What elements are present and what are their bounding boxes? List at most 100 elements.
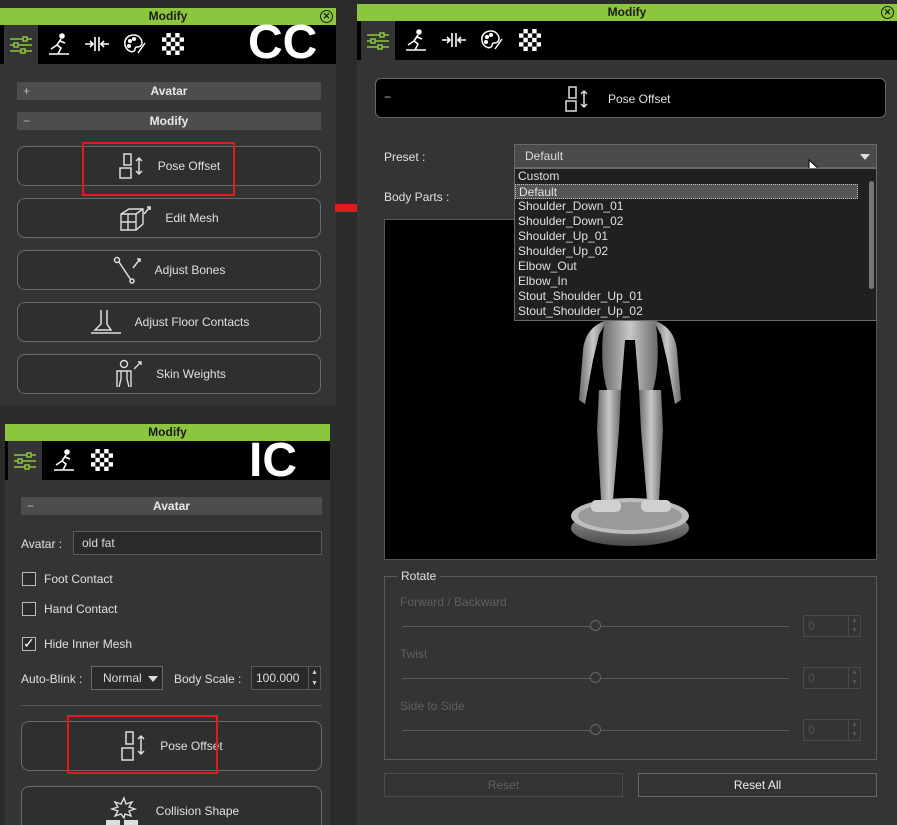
preset-select[interactable]: Default: [514, 144, 877, 168]
hide-inner-mesh-label: Hide Inner Mesh: [44, 637, 133, 651]
material-palette-icon: [124, 34, 146, 54]
section-avatar[interactable]: + Avatar: [17, 82, 321, 100]
twist-spinbox[interactable]: 0 ▲ ▼: [803, 667, 861, 689]
adjust-bones-label: Adjust Bones: [154, 263, 226, 277]
auto-blink-value: Normal: [103, 671, 142, 685]
preset-label: Preset :: [384, 150, 426, 164]
avatar-label: Avatar :: [21, 537, 63, 551]
forward-backward-value: 0: [808, 619, 815, 633]
collision-shape-icon: [104, 796, 144, 825]
section-avatar-label: Avatar: [150, 84, 188, 98]
tab-morph[interactable]: [80, 27, 114, 61]
twist-knob[interactable]: [590, 672, 601, 683]
preset-option[interactable]: Stout_Shoulder_Up_01: [515, 289, 876, 304]
pose-offset-panel: Modify ✕ − Pose Offset Preset : Default …: [357, 4, 897, 825]
twist-value: 0: [808, 671, 815, 685]
side-to-side-spinbox[interactable]: 0 ▲ ▼: [803, 719, 861, 741]
auto-blink-label: Auto-Blink :: [21, 672, 83, 686]
reset-all-button[interactable]: Reset All: [638, 773, 877, 797]
avatar-name-field[interactable]: old fat: [73, 531, 322, 555]
forward-backward-knob[interactable]: [590, 620, 601, 631]
cc-modify-panel: Modify ✕ CC + Avatar − Modify Pose Offse…: [0, 8, 336, 405]
side-to-side-knob[interactable]: [590, 724, 601, 735]
motion-pose-icon: [54, 449, 74, 471]
collision-shape-label: Collision Shape: [155, 804, 240, 818]
close-icon[interactable]: ✕: [320, 10, 333, 23]
twist-label: Twist: [400, 647, 428, 661]
hand-contact-label: Hand Contact: [44, 602, 118, 616]
body-scale-value: 100.000: [256, 671, 300, 685]
main-title-bar: Modify ✕: [357, 4, 897, 21]
edit-mesh-icon: [119, 204, 153, 232]
tab-checker[interactable]: [156, 27, 190, 61]
chevron-down-icon: [148, 676, 158, 682]
preset-option[interactable]: Elbow_In: [515, 274, 876, 289]
preset-option[interactable]: Shoulder_Up_02: [515, 244, 876, 259]
section-avatar[interactable]: − Avatar: [21, 497, 322, 515]
preset-option[interactable]: Shoulder_Up_01: [515, 229, 876, 244]
side-to-side-value: 0: [808, 723, 815, 737]
tab-motion-pose[interactable]: [47, 443, 81, 477]
section-modify[interactable]: − Modify: [17, 112, 321, 130]
tab-modify-settings[interactable]: [4, 25, 38, 64]
cc-overlay-label: CC: [248, 16, 318, 69]
skin-weights-label: Skin Weights: [156, 367, 226, 381]
tab-modify-settings[interactable]: [8, 441, 42, 480]
highlight-pose-offset-ic: [67, 715, 218, 774]
tab-motion-pose[interactable]: [399, 23, 433, 57]
pose-offset-header[interactable]: − Pose Offset: [375, 78, 886, 118]
tab-material[interactable]: [118, 27, 152, 61]
preset-option[interactable]: Shoulder_Down_01: [515, 199, 876, 214]
floor-contacts-icon: [89, 308, 123, 336]
forward-backward-label: Forward / Backward: [400, 595, 507, 609]
hide-inner-mesh-checkbox[interactable]: [22, 635, 36, 652]
collision-shape-button[interactable]: Collision Shape: [21, 786, 322, 825]
collapse-icon: −: [23, 114, 31, 128]
foot-contact-label: Foot Contact: [44, 572, 113, 586]
body-scale-label: Body Scale :: [174, 672, 242, 686]
modify-settings-icon: [10, 35, 32, 54]
forward-backward-spinbox[interactable]: 0 ▲ ▼: [803, 615, 861, 637]
preset-option[interactable]: Elbow_Out: [515, 259, 876, 274]
preset-options-list[interactable]: Custom Default Shoulder_Down_01 Shoulder…: [514, 168, 877, 321]
main-panel-title: Modify: [607, 5, 647, 19]
modify-settings-icon: [367, 31, 389, 50]
reset-button[interactable]: Reset: [384, 773, 623, 797]
preset-option[interactable]: Shoulder_Down_02: [515, 214, 876, 229]
spin-arrows-icon[interactable]: ▲ ▼: [848, 668, 860, 688]
edit-mesh-button[interactable]: Edit Mesh: [17, 198, 321, 238]
tab-checker[interactable]: [513, 23, 547, 57]
collapse-icon: −: [384, 90, 392, 104]
main-tab-bar: [357, 21, 897, 60]
spin-arrows-icon[interactable]: ▲ ▼: [848, 720, 860, 740]
tab-motion-pose[interactable]: [42, 27, 76, 61]
chevron-down-icon: [860, 154, 870, 160]
adjust-floor-contacts-button[interactable]: Adjust Floor Contacts: [17, 302, 321, 342]
highlight-pose-offset-cc: [82, 142, 235, 196]
hand-contact-checkbox[interactable]: [22, 602, 36, 616]
adjust-bones-button[interactable]: Adjust Bones: [17, 250, 321, 290]
adjust-bones-icon: [113, 256, 143, 284]
list-scrollbar[interactable]: [869, 181, 874, 289]
preset-option-selected[interactable]: Default: [515, 184, 858, 199]
preset-option[interactable]: Custom: [515, 169, 876, 184]
tab-checker[interactable]: [85, 443, 119, 477]
tab-morph[interactable]: [437, 23, 471, 57]
expand-icon: +: [23, 84, 31, 98]
body-scale-stepper[interactable]: 100.000 ▲ ▼: [251, 666, 321, 690]
tab-modify-settings[interactable]: [361, 21, 395, 60]
spin-arrows-icon[interactable]: ▲ ▼: [848, 616, 860, 636]
ic-overlay-label: IC: [249, 434, 297, 487]
preset-option[interactable]: Stout_Shoulder_Up_02: [515, 304, 876, 319]
pose-offset-icon: [564, 85, 590, 116]
rotate-group: Rotate Forward / Backward 0 ▲ ▼ Twist 0 ▲…: [384, 569, 877, 760]
body-parts-label: Body Parts :: [384, 190, 450, 204]
section-modify-label: Modify: [149, 114, 189, 128]
auto-blink-select[interactable]: Normal: [91, 666, 163, 690]
divider: [21, 705, 322, 706]
skin-weights-button[interactable]: Skin Weights: [17, 354, 321, 394]
foot-contact-checkbox[interactable]: [22, 572, 36, 586]
tab-material[interactable]: [475, 23, 509, 57]
stepper-arrows-icon[interactable]: ▲ ▼: [308, 667, 320, 689]
close-icon[interactable]: ✕: [881, 6, 894, 19]
